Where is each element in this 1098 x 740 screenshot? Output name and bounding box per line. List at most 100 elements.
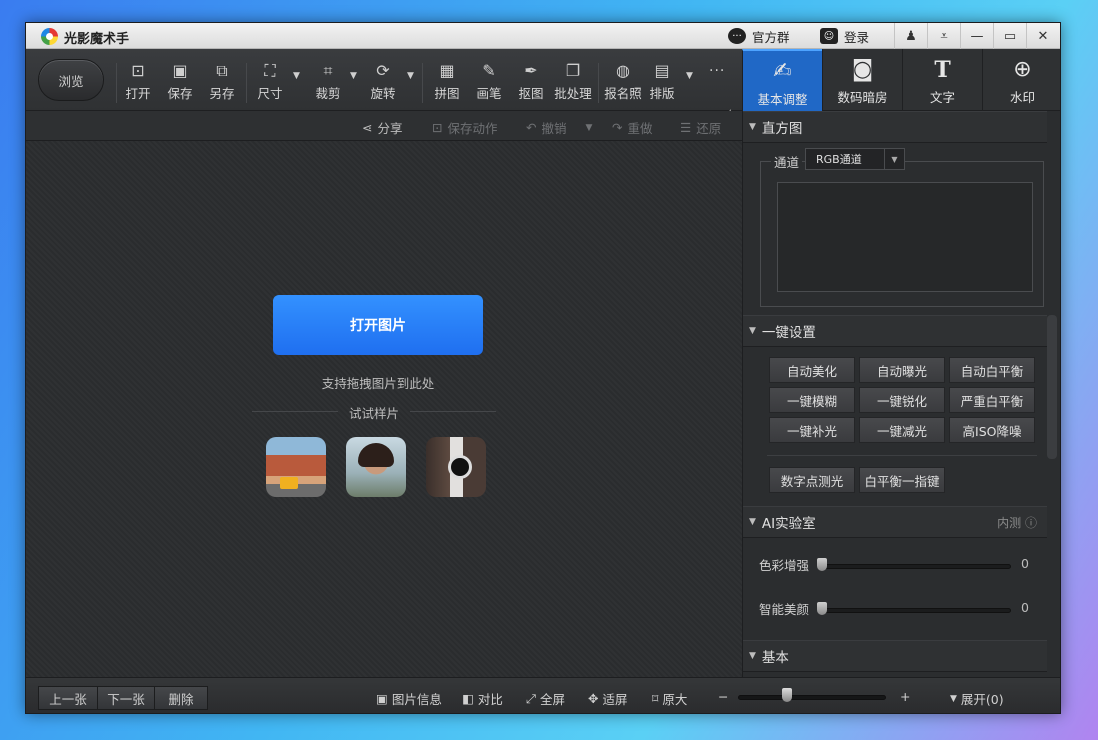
maximize-button[interactable]: ▭ [993,23,1026,49]
save-icon: ▣ [172,61,188,80]
cutout-button[interactable]: ✒ 抠图 [511,61,551,105]
undo-dropdown-icon[interactable]: ▼ [586,123,593,133]
auto-white-balance-button[interactable]: 自动白平衡 [949,357,1035,383]
layout-icon: ▤ [654,61,670,80]
one-click-sharpen-button[interactable]: 一键锐化 [859,387,945,413]
rotate-dropdown-icon[interactable]: ▼ [407,71,414,81]
tab-text[interactable]: T 文字 [902,49,982,111]
menu-button[interactable]: ⩡ [927,23,960,49]
open-button[interactable]: ⊡ 打开 [118,61,158,105]
original-size-label: 原大 [662,692,688,707]
browse-button[interactable]: 浏览 [38,59,104,101]
rotate-button[interactable]: ⟳ 旋转 [363,61,403,105]
high-iso-denoise-button[interactable]: 高ISO降噪 [949,417,1035,443]
right-tab-bar: ✍ 基本调整 ◙ 数码暗房 T 文字 ⊕ 水印 [742,49,1060,111]
login-link[interactable]: ☺ 登录 [820,27,869,45]
smart-beauty-track[interactable] [821,608,1011,613]
resize-button[interactable]: ⛶ 尺寸 [250,61,290,105]
undo-button[interactable]: ↶ 撤销 ▼ [526,118,592,137]
save-as-button[interactable]: ⧉ 另存 [202,61,242,105]
official-group-link[interactable]: ··· 官方群 [728,27,790,45]
more-icon[interactable]: ··· [709,63,725,79]
zoom-track[interactable] [738,695,886,700]
minimize-button[interactable]: — [960,23,993,49]
zoom-out-button[interactable]: − [718,689,728,704]
open-icon: ⊡ [131,61,145,80]
fill-light-button[interactable]: 一键补光 [769,417,855,443]
app-title: 光影魔术手 [64,32,130,47]
compare-button[interactable]: ◧ 对比 [462,689,503,708]
undo-icon: ↶ [526,120,537,135]
image-info-button[interactable]: ▣ 图片信息 [376,689,442,708]
image-canvas[interactable]: 打开图片 支持拖拽图片到此处 试试样片 [26,141,742,677]
id-photo-button[interactable]: ◍ 报名照 [600,61,646,105]
layout-button[interactable]: ▤ 排版 [642,61,682,105]
crop-dropdown-icon[interactable]: ▼ [350,71,357,81]
rotate-icon: ⟳ [376,61,390,80]
cutout-icon: ✒ [524,61,538,80]
open-image-button[interactable]: 打开图片 [273,295,483,355]
panel-divider [767,455,1037,456]
sample-thumbnail[interactable] [346,437,406,497]
next-image-button[interactable]: 下一张 [97,686,155,710]
spot-metering-button[interactable]: 数字点测光 [769,467,855,493]
brush-button[interactable]: ✎ 画笔 [469,61,509,105]
resize-dropdown-icon[interactable]: ▼ [293,71,300,81]
collage-button[interactable]: ▦ 拼图 [427,61,467,105]
batch-button[interactable]: ❐ 批处理 [550,61,596,105]
one-click-blur-button[interactable]: 一键模糊 [769,387,855,413]
skin-button[interactable]: ♟ [894,23,927,49]
fullscreen-button[interactable]: ⤢ 全屏 [526,689,565,708]
collapse-icon: ▼ [749,651,756,661]
help-icon[interactable]: ⓘ [1025,516,1037,530]
panel-scrollbar[interactable] [1047,315,1057,459]
share-button[interactable]: ⋖ 分享 [362,118,403,137]
tab-darkroom[interactable]: ◙ 数码暗房 [822,49,902,111]
resize-label: 尺寸 [257,86,283,101]
fit-screen-button[interactable]: ✥ 适屏 [588,689,628,708]
layout-dropdown-icon[interactable]: ▼ [686,71,693,81]
reduce-light-button[interactable]: 一键减光 [859,417,945,443]
tab-watermark[interactable]: ⊕ 水印 [982,49,1060,111]
color-enhance-track[interactable] [821,564,1011,569]
sample-thumbnail[interactable] [426,437,486,497]
tab-basic-adjust-label: 基本调整 [757,92,808,107]
redo-button[interactable]: ↷ 重做 [612,118,653,137]
zoom-in-button[interactable]: + [900,689,910,704]
save-action-button[interactable]: ⊡ 保存动作 [432,118,498,137]
smart-beauty-slider[interactable] [817,602,827,615]
strong-white-balance-button[interactable]: 严重白平衡 [949,387,1035,413]
original-size-button[interactable]: ⌑ 原大 [652,689,687,708]
toolbar-divider [116,63,117,103]
redo-label: 重做 [627,121,653,136]
expand-button[interactable]: ▼ 展开(0) [950,689,1004,708]
save-as-icon: ⧉ [216,61,228,80]
histogram-plot [777,182,1033,292]
toolbar-divider [246,63,247,103]
ai-lab-header[interactable]: ▼ AI实验室 内测 ⓘ [743,506,1047,538]
auto-exposure-button[interactable]: 自动曝光 [859,357,945,383]
restore-button[interactable]: ☰ 还原 [680,118,721,137]
rotate-label: 旋转 [370,86,396,101]
one-click-header[interactable]: ▼ 一键设置 [743,315,1047,347]
close-button[interactable]: ✕ [1026,23,1059,49]
compare-label: 对比 [477,692,503,707]
channel-select[interactable]: RGB通道 ▼ [805,148,905,170]
beta-label: 内测 [997,515,1022,530]
basic-header[interactable]: ▼ 基本 [743,640,1047,672]
zoom-slider[interactable] [782,688,792,702]
restore-label: 还原 [696,121,722,136]
delete-button[interactable]: 删除 [154,686,208,710]
auto-enhance-button[interactable]: 自动美化 [769,357,855,383]
save-as-label: 另存 [209,86,235,101]
crop-button[interactable]: ⌗ 裁剪 [308,61,348,105]
color-enhance-slider[interactable] [817,558,827,571]
tab-basic-adjust[interactable]: ✍ 基本调整 [742,49,822,111]
white-balance-picker-button[interactable]: 白平衡一指键 [859,467,945,493]
prev-image-button[interactable]: 上一张 [38,686,98,710]
sample-thumbnail[interactable] [266,437,326,497]
histogram-header[interactable]: ▼ 直方图 [743,111,1047,143]
text-icon: T [934,57,951,83]
tab-darkroom-label: 数码暗房 [837,90,888,105]
save-button[interactable]: ▣ 保存 [160,61,200,105]
